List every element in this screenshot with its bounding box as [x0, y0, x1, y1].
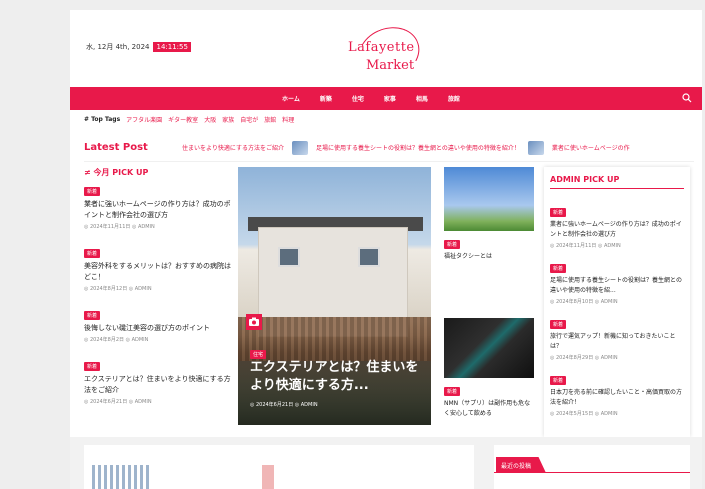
nav-item-1[interactable]: 新築 [320, 94, 332, 103]
list-item[interactable]: 新着 業者に強いホームページの作り方は？成功のポイントと制作会社の選び方 ◎ 2… [84, 178, 234, 230]
latest-post-item[interactable]: 足場に使用する養生シートの役割は？養生網との違いや使用の特徴を紹介！ [316, 143, 520, 152]
post-title[interactable]: 足場に使用する養生シートの役割は？養生網との違いや使用の特徴を紹... [550, 276, 684, 296]
latest-post-thumbnail[interactable] [527, 140, 544, 155]
admin-pickup-title: ADMIN PICK UP [550, 175, 684, 189]
hero-title[interactable]: エクステリアとは？住まいをより快適にする方... [250, 359, 420, 395]
post-meta: ◎ 2024年11月11日 ◎ ADMIN [84, 224, 155, 230]
post-title[interactable]: 福祉タクシーとは [444, 252, 534, 262]
nav-item-3[interactable]: 家事 [384, 94, 396, 103]
recent-posts-tab[interactable]: 最近の投稿 [496, 457, 546, 473]
bottom-card-image [92, 465, 152, 489]
search-icon[interactable] [682, 93, 692, 103]
monthly-pickup-title: ≠ 今月 PICK UP [84, 168, 149, 177]
list-item[interactable]: 新着 エクステリアとは？住まいをより快適にする方法をご紹介 ◎ 2024年6月2… [84, 353, 234, 405]
nav-item-4[interactable]: 相馬 [416, 94, 428, 103]
post-title[interactable]: エクステリアとは？住まいをより快適にする方法をご紹介 [84, 374, 234, 396]
post-meta: ◎ 2024年8月10日 ◎ ADMIN [550, 299, 618, 305]
tag-item[interactable]: 旅館 [264, 115, 276, 124]
post-thumbnail[interactable] [444, 167, 534, 231]
hero-meta: ◎ 2024年6月21日 ◎ ADMIN [250, 402, 318, 408]
hero-post[interactable]: 住宅 エクステリアとは？住まいをより快適にする方... ◎ 2024年6月21日… [238, 167, 431, 425]
nav-item-5[interactable]: 旅館 [448, 94, 460, 103]
post-meta: ◎ 2024年8月2日 ◎ ADMIN [84, 337, 149, 343]
category-badge: 新着 [84, 362, 101, 371]
hero-image-window [278, 247, 300, 267]
category-badge: 新着 [84, 249, 101, 258]
category-badge: 新着 [550, 264, 567, 273]
latest-post-item[interactable]: 住まいをより快適にする方法をご紹介 [182, 143, 284, 152]
category-badge: 新着 [550, 208, 567, 217]
tag-item[interactable]: 大阪 [204, 115, 216, 124]
camera-icon [246, 314, 262, 330]
latest-post-item[interactable]: 業者に使いホームページの作 [552, 143, 630, 152]
logo-line1: Lafayette [348, 40, 415, 55]
post-meta: ◎ 2024年11月11日 ◎ ADMIN [550, 243, 621, 249]
list-item[interactable]: 新着 足場に使用する養生シートの役割は？養生網との違いや使用の特徴を紹... ◎… [550, 255, 684, 305]
latest-post-ticker: Latest Post 住まいをより快適にする方法をご紹介 足場に使用する養生シ… [84, 134, 694, 162]
category-badge: 住宅 [250, 350, 267, 359]
post-meta: ◎ 2024年5月15日 ◎ ADMIN [550, 411, 618, 417]
post-meta: ◎ 2024年6月21日 ◎ ADMIN [84, 399, 152, 405]
latest-post-thumbnail[interactable] [291, 140, 308, 155]
list-item[interactable]: 新着 日本刀を売る前に確認したいこと・高価買取の方法を紹介！ ◎ 2024年5月… [550, 367, 684, 417]
tag-item[interactable]: 料理 [282, 115, 294, 124]
category-badge: 新着 [444, 240, 461, 249]
category-badge: 新着 [84, 311, 101, 320]
post-title[interactable]: 旅行で運気アップ！新機に知っておきたいことは？ [550, 332, 684, 352]
list-item[interactable]: 新着 旅行で運気アップ！新機に知っておきたいことは？ ◎ 2024年8月29日 … [550, 311, 684, 361]
page: 水, 12月 4th, 2024 14:11:55 Lafayette Mark… [70, 10, 702, 489]
list-item[interactable]: 新着 業者に強いホームページの作り方は？成功のポイントと制作会社の選び方 ◎ 2… [550, 199, 684, 249]
post-title[interactable]: 後悔しない磯江美容の選び方のポイント [84, 323, 234, 334]
date-row: 水, 12月 4th, 2024 14:11:55 [86, 42, 191, 52]
post-title[interactable]: 美容外科をするメリットは？おすすめの病院はどこ！ [84, 261, 234, 283]
category-badge: 新着 [550, 376, 567, 385]
tag-item[interactable]: 自宅が [240, 115, 258, 124]
list-item[interactable]: 新着 美容外科をするメリットは？おすすめの病院はどこ！ ◎ 2024年8月12日… [84, 240, 234, 292]
main-nav: ホーム 新築 住宅 家事 相馬 旅館 [70, 87, 702, 110]
tag-item[interactable]: ギター教室 [168, 115, 198, 124]
nav-item-home[interactable]: ホーム [282, 94, 300, 103]
divider [494, 472, 690, 473]
category-badge: 新着 [84, 187, 101, 196]
clock-badge: 14:11:55 [153, 42, 191, 52]
post-title[interactable]: NMN（サプリ）は副作用も危なく安心して飲める [444, 399, 534, 419]
post-title[interactable]: 日本刀を売る前に確認したいこと・高価買取の方法を紹介！ [550, 388, 684, 408]
bottom-card[interactable] [84, 445, 474, 489]
monthly-pickup-list: 新着 業者に強いホームページの作り方は？成功のポイントと制作会社の選び方 ◎ 2… [84, 178, 234, 415]
logo-line2: Market [366, 58, 415, 73]
latest-post-title: Latest Post [84, 142, 148, 153]
admin-pickup: ADMIN PICK UP 新着 業者に強いホームページの作り方は？成功のポイン… [544, 167, 690, 437]
tag-item[interactable]: アフタル楽園 [126, 115, 162, 124]
post-title[interactable]: 業者に強いホームページの作り方は？成功のポイントと制作会社の選び方 [550, 220, 684, 240]
site-logo[interactable]: Lafayette Market [340, 18, 436, 88]
bottom-card-image [262, 465, 274, 489]
middle-posts: 新着 福祉タクシーとは 新着 NMN（サプリ）は副作用も危なく安心して飲める [444, 167, 534, 419]
post-thumbnail[interactable] [444, 318, 534, 378]
bottom-section: 最近の投稿 [70, 437, 702, 489]
list-item[interactable]: 新着 後悔しない磯江美容の選び方のポイント ◎ 2024年8月2日 ◎ ADMI… [84, 302, 234, 343]
hero-image-window [358, 247, 380, 267]
post-title[interactable]: 業者に強いホームページの作り方は？成功のポイントと制作会社の選び方 [84, 199, 234, 221]
top-tags: # Top Tags アフタル楽園 ギター教室 大阪 家族 自宅が 旅館 料理 [84, 115, 294, 124]
tag-item[interactable]: 家族 [222, 115, 234, 124]
nav-item-2[interactable]: 住宅 [352, 94, 364, 103]
category-badge: 新着 [550, 320, 567, 329]
post-meta: ◎ 2024年8月29日 ◎ ADMIN [550, 355, 618, 361]
category-badge: 新着 [444, 387, 461, 396]
post-meta: ◎ 2024年8月12日 ◎ ADMIN [84, 286, 152, 292]
recent-posts-widget: 最近の投稿 [494, 445, 690, 489]
top-tags-label: # Top Tags [84, 116, 121, 123]
date-text: 水, 12月 4th, 2024 [86, 43, 150, 51]
